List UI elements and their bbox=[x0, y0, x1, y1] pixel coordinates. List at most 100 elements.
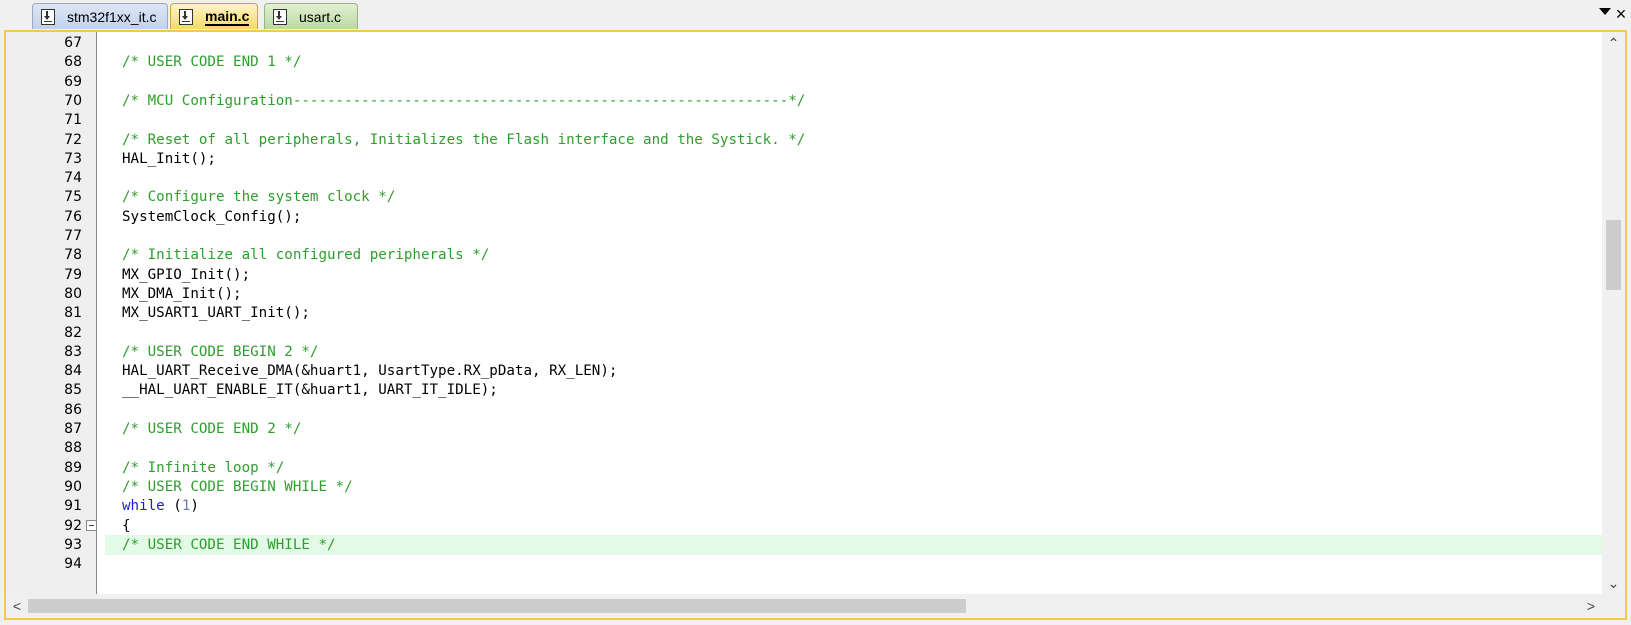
tab-stm32f1xx-it-c[interactable]: stm32f1xx_it.c bbox=[32, 3, 168, 29]
tab-label: stm32f1xx_it.c bbox=[67, 8, 157, 25]
code-line[interactable]: __HAL_UART_ENABLE_IT(&huart1, UART_IT_ID… bbox=[97, 380, 1602, 400]
code-line[interactable]: HAL_Init(); bbox=[97, 149, 1602, 169]
line-number: 89 bbox=[64, 459, 82, 476]
code-token: /* USER CODE END 1 */ bbox=[122, 54, 302, 71]
current-code-line[interactable]: /* USER CODE END WHILE */ bbox=[105, 534, 1602, 555]
line-number: 74 bbox=[64, 170, 82, 187]
code-token: ) bbox=[190, 498, 199, 515]
line-number: 67 bbox=[64, 35, 82, 51]
line-number: 86 bbox=[64, 401, 82, 418]
line-number: 85 bbox=[64, 382, 82, 399]
code-token: /* USER CODE BEGIN 2 */ bbox=[122, 343, 319, 360]
code-token: /* USER CODE END WHILE */ bbox=[122, 536, 336, 553]
line-number: 70 bbox=[64, 92, 82, 109]
code-line[interactable] bbox=[97, 33, 1602, 53]
code-line[interactable]: /* USER CODE BEGIN WHILE */ bbox=[97, 477, 1602, 497]
line-number: 81 bbox=[64, 305, 82, 322]
line-number: 88 bbox=[64, 440, 82, 457]
code-token: __HAL_UART_ENABLE_IT(&huart1, UART_IT_ID… bbox=[122, 382, 498, 399]
chevron-down-icon[interactable] bbox=[1599, 8, 1611, 15]
line-number: 69 bbox=[64, 73, 82, 90]
code-token: ( bbox=[164, 498, 182, 515]
line-number: 77 bbox=[64, 228, 82, 244]
scroll-up-icon[interactable]: ⌃ bbox=[1602, 32, 1625, 54]
code-editor[interactable]: 67 68 69 70 71 72 73 74 75 76 77 78 79 80 81 82 83 84 85 86… bbox=[4, 30, 1627, 620]
scroll-left-icon[interactable]: < bbox=[6, 594, 28, 618]
code-line[interactable]: /* Initialize all configured peripherals… bbox=[97, 245, 1602, 265]
code-line[interactable] bbox=[97, 438, 1602, 458]
line-number: 75 bbox=[64, 189, 82, 206]
line-number: 93 bbox=[64, 536, 82, 553]
scroll-right-icon[interactable]: > bbox=[1580, 594, 1602, 618]
code-token: MX_USART1_UART_Init(); bbox=[122, 305, 310, 322]
code-token: while bbox=[122, 498, 165, 515]
scrollbar-corner bbox=[1602, 594, 1625, 618]
code-token: /* USER CODE END 2 */ bbox=[122, 421, 302, 437]
code-line[interactable]: /* Configure the system clock */ bbox=[97, 187, 1602, 207]
line-number: 83 bbox=[64, 343, 82, 360]
code-line[interactable]: while (1) bbox=[97, 496, 1602, 516]
code-token: SystemClock_Config(); bbox=[122, 208, 302, 225]
line-number: 78 bbox=[64, 247, 82, 264]
code-line[interactable]: { bbox=[97, 516, 1602, 536]
line-number: 92 bbox=[64, 517, 82, 534]
file-download-icon bbox=[41, 8, 55, 25]
fold-collapse-icon[interactable] bbox=[86, 519, 97, 531]
tab-label: main.c bbox=[205, 7, 250, 26]
code-line[interactable] bbox=[97, 323, 1602, 343]
code-line[interactable] bbox=[97, 554, 1602, 574]
code-token: MX_DMA_Init(); bbox=[122, 285, 242, 302]
code-token: HAL_UART_Receive_DMA(&huart1, UsartType.… bbox=[122, 363, 618, 380]
code-line[interactable]: MX_USART1_UART_Init(); bbox=[97, 303, 1602, 323]
line-number-gutter: 67 68 69 70 71 72 73 74 75 76 77 78 79 80 81 82 83 84 85 86… bbox=[6, 32, 97, 594]
line-number: 90 bbox=[64, 478, 82, 495]
horizontal-scroll-thumb[interactable] bbox=[28, 599, 966, 613]
code-token: /* MCU Configuration--------------------… bbox=[122, 92, 806, 109]
line-number: 87 bbox=[64, 421, 82, 437]
code-token: /* Configure the system clock */ bbox=[122, 189, 396, 206]
close-icon[interactable]: × bbox=[1611, 4, 1631, 24]
code-line[interactable] bbox=[97, 110, 1602, 130]
tab-label: usart.c bbox=[299, 8, 342, 25]
file-download-icon bbox=[273, 8, 287, 25]
vertical-scroll-thumb[interactable] bbox=[1606, 220, 1621, 290]
code-line[interactable]: /* USER CODE BEGIN 2 */ bbox=[97, 342, 1602, 362]
line-number: 79 bbox=[64, 266, 82, 283]
code-line[interactable]: /* USER CODE END 1 */ bbox=[97, 52, 1602, 72]
tab-bar: stm32f1xx_it.c main.c usart.c × bbox=[0, 0, 1631, 32]
code-token: HAL_Init(); bbox=[122, 150, 216, 167]
tab-usart-c[interactable]: usart.c bbox=[264, 3, 358, 29]
code-token: /* Reset of all peripherals, Initializes… bbox=[122, 131, 806, 148]
scroll-down-icon[interactable]: ⌄ bbox=[1602, 572, 1625, 594]
code-line[interactable]: /* Reset of all peripherals, Initializes… bbox=[97, 130, 1602, 150]
code-line[interactable] bbox=[97, 72, 1602, 92]
code-line[interactable]: HAL_UART_Receive_DMA(&huart1, UsartType.… bbox=[97, 361, 1602, 381]
line-number: 68 bbox=[64, 54, 82, 71]
horizontal-scrollbar[interactable]: < > bbox=[6, 594, 1602, 618]
line-number: 82 bbox=[64, 324, 82, 341]
code-area[interactable]: /* USER CODE END 1 */ /* MCU Configuratio… bbox=[97, 32, 1602, 594]
line-number: 72 bbox=[64, 131, 82, 148]
file-download-icon bbox=[179, 8, 193, 25]
code-line[interactable]: /* Infinite loop */ bbox=[97, 458, 1602, 478]
code-token: { bbox=[122, 517, 131, 534]
line-number: 91 bbox=[64, 498, 82, 515]
code-token: MX_GPIO_Init(); bbox=[122, 266, 251, 283]
code-line[interactable]: MX_DMA_Init(); bbox=[97, 284, 1602, 304]
code-token: /* Infinite loop */ bbox=[122, 459, 285, 476]
code-line[interactable]: SystemClock_Config(); bbox=[97, 207, 1602, 227]
code-token: /* Initialize all configured peripherals… bbox=[122, 247, 490, 264]
code-line[interactable]: /* MCU Configuration--------------------… bbox=[97, 91, 1602, 111]
vertical-scrollbar[interactable]: ⌃ ⌄ bbox=[1602, 32, 1625, 594]
code-line[interactable]: MX_GPIO_Init(); bbox=[97, 265, 1602, 285]
code-line[interactable]: /* USER CODE END 2 */ bbox=[97, 419, 1602, 439]
code-token: /* USER CODE BEGIN WHILE */ bbox=[122, 478, 353, 495]
line-number: 71 bbox=[64, 112, 82, 129]
line-number: 84 bbox=[64, 363, 82, 380]
line-number: 80 bbox=[64, 285, 82, 302]
code-line[interactable] bbox=[97, 400, 1602, 420]
code-line[interactable] bbox=[97, 226, 1602, 246]
code-line[interactable] bbox=[97, 168, 1602, 188]
tab-main-c[interactable]: main.c bbox=[170, 3, 258, 29]
line-number: 76 bbox=[64, 208, 82, 225]
